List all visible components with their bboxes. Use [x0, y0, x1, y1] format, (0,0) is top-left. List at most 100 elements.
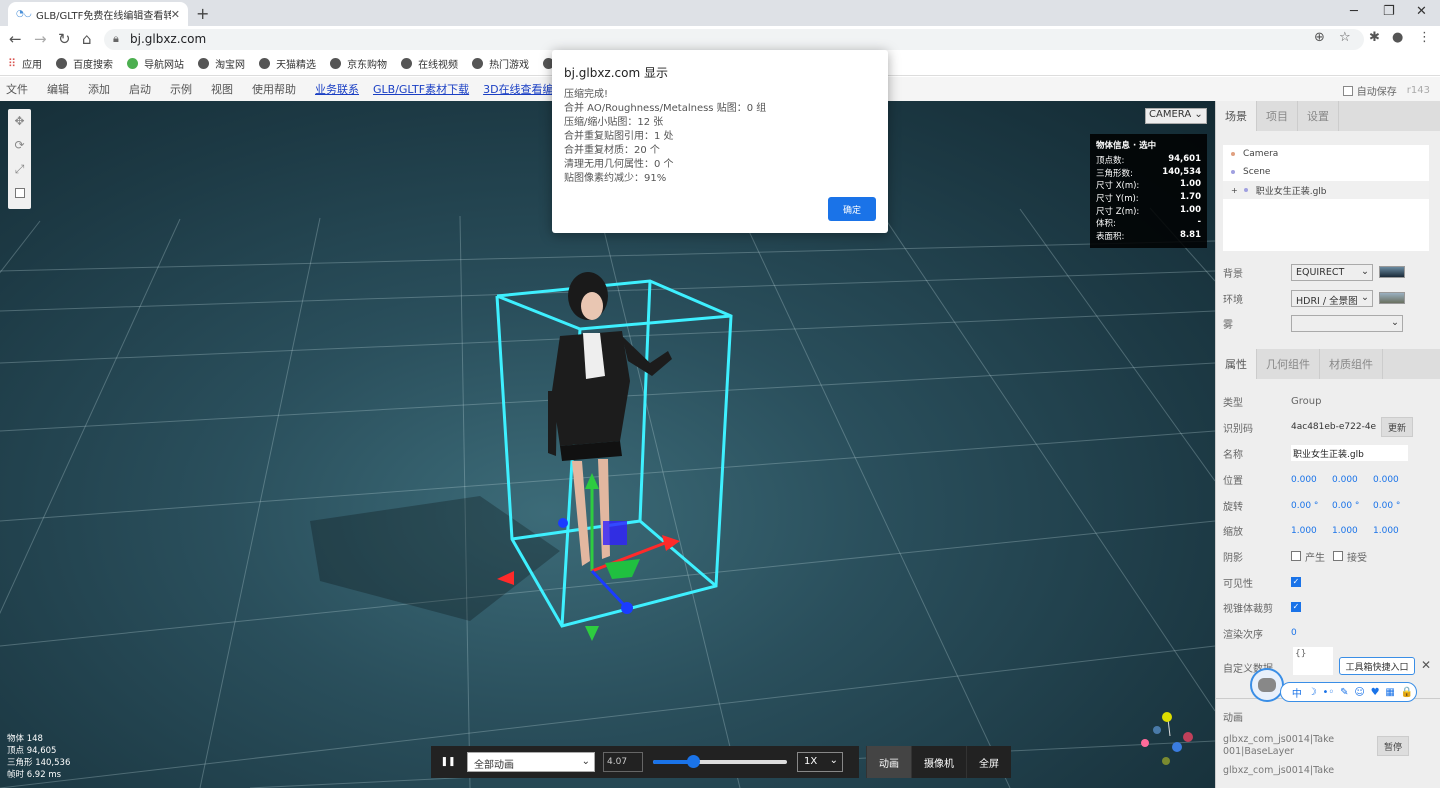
- background-select[interactable]: EQUIRECT ⌄: [1291, 263, 1373, 281]
- bookmark-item[interactable]: 天猫精选: [259, 56, 316, 71]
- animation-select[interactable]: 全部动画 ⌄: [467, 752, 595, 772]
- minimize-icon[interactable]: ─: [1350, 4, 1358, 19]
- environment-select[interactable]: HDRI / 全景图 ⌄: [1291, 289, 1373, 307]
- rotation-y[interactable]: 0.00 °: [1332, 501, 1373, 511]
- url-input[interactable]: 🔒︎ bj.glbxz.com: [104, 29, 1364, 50]
- menu-view[interactable]: 视图: [211, 81, 233, 97]
- link-business[interactable]: 业务联系: [315, 81, 359, 97]
- scale-x[interactable]: 1.000: [1291, 526, 1332, 536]
- scale-z[interactable]: 1.000: [1373, 526, 1414, 536]
- outliner-item-scene[interactable]: Scene: [1223, 163, 1429, 181]
- bookmark-item[interactable]: 导航网站: [127, 56, 184, 71]
- menu-examples[interactable]: 示例: [170, 81, 192, 97]
- autosave-checkbox[interactable]: [1342, 85, 1353, 96]
- menu-kebab-icon[interactable]: ⋮: [1418, 30, 1431, 45]
- tab-settings[interactable]: 设置: [1298, 101, 1339, 131]
- position-z[interactable]: 0.000: [1373, 475, 1414, 485]
- menu-play[interactable]: 启动: [129, 81, 151, 97]
- ok-button[interactable]: 确定: [828, 197, 876, 221]
- rotate-tool-icon[interactable]: ⟳: [8, 133, 31, 157]
- menu-add[interactable]: 添加: [88, 81, 110, 97]
- camera-select[interactable]: CAMERA ⌄: [1145, 108, 1207, 124]
- toolbox-popup[interactable]: 工具箱快捷入口: [1339, 657, 1415, 675]
- outliner-item-model[interactable]: + 职业女生正装.glb: [1223, 181, 1429, 199]
- new-tab-button[interactable]: +: [196, 4, 209, 23]
- visible-checkbox[interactable]: ✓: [1291, 577, 1301, 587]
- forward-icon[interactable]: →: [34, 30, 47, 48]
- profile-icon[interactable]: ●: [1392, 30, 1403, 45]
- link-download[interactable]: GLB/GLTF素材下载: [373, 81, 469, 97]
- autosave-toggle[interactable]: 自动保存 r143: [1342, 83, 1430, 98]
- timeline-slider[interactable]: [653, 755, 787, 768]
- background-row: 背景 EQUIRECT ⌄: [1223, 262, 1405, 282]
- close-icon[interactable]: ✕: [1421, 658, 1431, 672]
- bookmark-item[interactable]: 百度搜索: [56, 56, 113, 71]
- bookmark-item[interactable]: 在线视频: [401, 56, 458, 71]
- tab-scene[interactable]: 场景: [1216, 101, 1257, 131]
- fullscreen-button[interactable]: 全屏: [966, 746, 1011, 778]
- wrench-icon[interactable]: ✎: [1340, 687, 1348, 698]
- pause-icon[interactable]: ❚❚: [437, 757, 459, 767]
- browser-tab[interactable]: ◔◡ GLB/GLTF免费在线编辑查看转换 ✕: [8, 2, 188, 26]
- moon-icon[interactable]: ☽: [1308, 687, 1317, 698]
- restore-icon[interactable]: ❐: [1383, 4, 1395, 19]
- speed-select[interactable]: 1X ⌄: [797, 752, 843, 772]
- close-window-icon[interactable]: ✕: [1416, 4, 1427, 19]
- render-order-value[interactable]: 0: [1291, 628, 1297, 638]
- receive-shadow-checkbox[interactable]: [1333, 551, 1343, 561]
- pause-clip-button[interactable]: 暂停: [1377, 736, 1410, 756]
- close-tab-icon[interactable]: ✕: [171, 8, 180, 21]
- grid-icon[interactable]: ▦: [1385, 687, 1394, 698]
- smile-icon[interactable]: ☺: [1354, 687, 1364, 698]
- userdata-textarea[interactable]: {}: [1293, 647, 1333, 675]
- render-order-row: 渲染次序 0: [1223, 628, 1297, 641]
- bookmark-item[interactable]: 淘宝网: [198, 56, 245, 71]
- assistant-avatar-icon[interactable]: [1250, 668, 1284, 702]
- animation-button[interactable]: 动画: [866, 746, 911, 778]
- menu-help[interactable]: 使用帮助: [252, 81, 296, 97]
- install-icon[interactable]: ⊕: [1314, 30, 1325, 45]
- tab-properties[interactable]: 属性: [1216, 349, 1257, 379]
- alert-dialog: bj.glbxz.com 显示 压缩完成! 合并 AO/Roughness/Me…: [552, 50, 888, 233]
- rotation-x[interactable]: 0.00 °: [1291, 501, 1332, 511]
- outliner-item-camera[interactable]: Camera: [1223, 145, 1429, 163]
- camera-button[interactable]: 摄像机: [911, 746, 966, 778]
- lock-icon[interactable]: 🔒: [1401, 687, 1413, 698]
- background-thumbnail[interactable]: [1379, 266, 1405, 278]
- tab-material[interactable]: 材质组件: [1320, 349, 1383, 379]
- update-uuid-button[interactable]: 更新: [1381, 417, 1414, 437]
- bookmark-apps[interactable]: ⠿ 应用: [8, 56, 42, 71]
- dialog-line: 压缩完成!: [564, 89, 609, 100]
- slider-knob[interactable]: [687, 755, 701, 768]
- scale-y[interactable]: 1.000: [1332, 526, 1373, 536]
- position-y[interactable]: 0.000: [1332, 475, 1373, 485]
- fog-select[interactable]: ⌄: [1291, 314, 1403, 332]
- tab-project[interactable]: 项目: [1257, 101, 1298, 131]
- bookmark-item[interactable]: 热门游戏: [472, 56, 529, 71]
- move-tool-icon[interactable]: ✥: [8, 109, 31, 133]
- bookmark-star-icon[interactable]: ☆: [1339, 30, 1351, 45]
- autosave-label: 自动保存: [1356, 87, 1397, 98]
- home-icon[interactable]: ⌂: [82, 30, 92, 48]
- info-row: 尺寸 Z(m): 1.00: [1096, 204, 1201, 217]
- cast-shadow-checkbox[interactable]: [1291, 551, 1301, 561]
- dots-icon[interactable]: •◦: [1323, 687, 1335, 698]
- name-input[interactable]: 职业女生正装.glb: [1291, 445, 1408, 461]
- shirt-icon[interactable]: ♥: [1371, 687, 1380, 698]
- scale-tool-icon[interactable]: ⤢: [8, 157, 31, 181]
- view-mode-buttons: 动画 摄像机 全屏: [866, 746, 1011, 778]
- menu-file[interactable]: 文件: [6, 81, 28, 97]
- local-space-checkbox[interactable]: [8, 181, 31, 205]
- frustum-culled-checkbox[interactable]: ✓: [1291, 602, 1301, 612]
- extensions-icon[interactable]: ✱: [1369, 30, 1380, 45]
- reload-icon[interactable]: ↻: [58, 30, 71, 48]
- time-input[interactable]: 4.07: [603, 752, 643, 772]
- tab-geometry[interactable]: 几何组件: [1257, 349, 1320, 379]
- chinese-input-icon[interactable]: 中: [1292, 685, 1302, 700]
- position-x[interactable]: 0.000: [1291, 475, 1332, 485]
- environment-thumbnail[interactable]: [1379, 292, 1405, 304]
- back-icon[interactable]: ←: [9, 30, 22, 48]
- menu-edit[interactable]: 编辑: [47, 81, 69, 97]
- bookmark-item[interactable]: 京东购物: [330, 56, 387, 71]
- rotation-z[interactable]: 0.00 °: [1373, 501, 1414, 511]
